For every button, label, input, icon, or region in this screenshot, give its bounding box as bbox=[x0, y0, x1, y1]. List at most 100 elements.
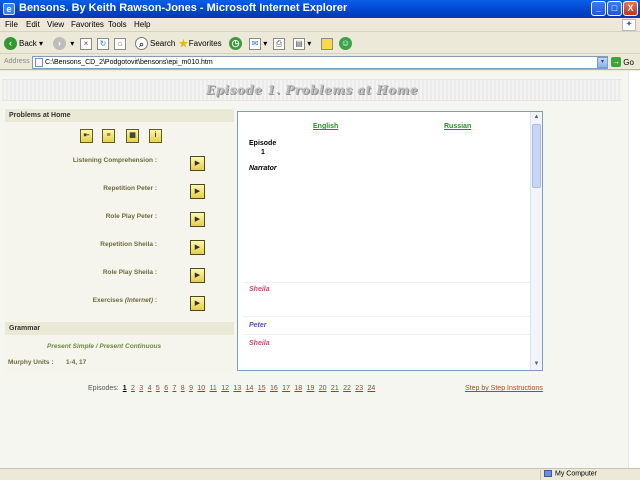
star-icon: ★ bbox=[178, 36, 189, 51]
episode-link-11[interactable]: 11 bbox=[210, 385, 217, 392]
dialogue-text-panel[interactable]: English Russian Episode 1 Narrator Sheil… bbox=[237, 111, 543, 371]
episode-link-20[interactable]: 20 bbox=[319, 385, 327, 392]
episode-link-4[interactable]: 4 bbox=[148, 385, 152, 392]
problems-heading: Problems at Home bbox=[5, 109, 234, 122]
episode-link-19[interactable]: 19 bbox=[307, 385, 315, 392]
nav-first-button[interactable]: ⇤ bbox=[80, 129, 93, 143]
episode-label: Episode 1 bbox=[249, 140, 277, 156]
go-button[interactable]: → Go bbox=[611, 57, 634, 68]
episode-link-24[interactable]: 24 bbox=[367, 385, 375, 392]
menu-help[interactable]: Help bbox=[134, 20, 150, 29]
grammar-heading: Grammar bbox=[5, 322, 234, 335]
episode-link-2[interactable]: 2 bbox=[131, 385, 135, 392]
episode-link-15[interactable]: 15 bbox=[258, 385, 266, 392]
back-button[interactable]: ‹ Back ▾ bbox=[4, 36, 43, 51]
browser-content: Episode 1. Problems at Home Problems at … bbox=[0, 71, 640, 468]
refresh-button[interactable]: ↻ bbox=[97, 36, 109, 51]
episode-link-5[interactable]: 5 bbox=[156, 385, 160, 392]
episode-link-16[interactable]: 16 bbox=[270, 385, 278, 392]
security-zone: My Computer bbox=[544, 470, 597, 477]
role-play-peter-play-button[interactable]: ▶ bbox=[190, 212, 205, 227]
speaker-sheila: Sheila bbox=[249, 286, 270, 293]
episode-link-3[interactable]: 3 bbox=[139, 385, 143, 392]
episode-link-14[interactable]: 14 bbox=[246, 385, 254, 392]
favorites-button[interactable]: ★Favorites bbox=[178, 36, 222, 51]
search-button[interactable]: ⌕ Search bbox=[135, 36, 175, 51]
nav-vocabulary-button[interactable]: ▦ bbox=[126, 129, 139, 143]
episode-link-8[interactable]: 8 bbox=[181, 385, 185, 392]
episode-link-23[interactable]: 23 bbox=[355, 385, 363, 392]
history-button[interactable]: ◷ bbox=[229, 36, 244, 51]
instructions-link[interactable]: Step by Step Instructions bbox=[465, 385, 543, 392]
episode-link-22[interactable]: 22 bbox=[343, 385, 351, 392]
repetition-sheila-play-button[interactable]: ▶ bbox=[190, 240, 205, 255]
minimize-button[interactable]: _ bbox=[591, 1, 606, 16]
episode-link-13[interactable]: 13 bbox=[233, 385, 241, 392]
episode-link-9[interactable]: 9 bbox=[189, 385, 193, 392]
episode-link-17[interactable]: 17 bbox=[282, 385, 290, 392]
russian-link[interactable]: Russian bbox=[444, 123, 471, 130]
maximize-button[interactable]: □ bbox=[607, 1, 622, 16]
episode-link-6[interactable]: 6 bbox=[164, 385, 168, 392]
role-play-sheila-play-button[interactable]: ▶ bbox=[190, 268, 205, 283]
scroll-down-arrow-icon[interactable]: ▼ bbox=[532, 360, 541, 369]
discuss-button[interactable] bbox=[321, 36, 333, 51]
menu-edit[interactable]: Edit bbox=[26, 20, 40, 29]
forward-button[interactable]: › ▾ bbox=[53, 36, 74, 51]
episode-link-10[interactable]: 10 bbox=[197, 385, 205, 392]
divider bbox=[243, 316, 533, 317]
menu-file[interactable]: File bbox=[5, 20, 18, 29]
menu-bar: File Edit View Favorites Tools Help ✦ bbox=[0, 18, 640, 32]
mail-icon: ✉ bbox=[249, 37, 261, 50]
episode-link-21[interactable]: 21 bbox=[331, 385, 339, 392]
edit-button[interactable]: ▤ ▾ bbox=[293, 36, 311, 51]
home-icon: ⌂ bbox=[114, 37, 126, 50]
episode-links: 1 2 3 4 5 6 7 8 9 10 11 12 13 14 15 16 17 18 19 20 21 22 23 24 bbox=[121, 385, 378, 392]
windows-logo-icon: ✦ bbox=[622, 19, 636, 31]
back-arrow-icon: ‹ bbox=[4, 37, 17, 51]
print-button[interactable]: ⎙ bbox=[273, 36, 285, 51]
status-divider bbox=[540, 470, 541, 480]
scroll-up-arrow-icon[interactable]: ▲ bbox=[532, 113, 541, 122]
scroll-thumb[interactable] bbox=[532, 124, 541, 188]
messenger-icon: ☺ bbox=[339, 37, 352, 51]
text-panel-scrollbar[interactable]: ▲ ▼ bbox=[530, 112, 542, 370]
repetition-peter-play-button[interactable]: ▶ bbox=[190, 184, 205, 199]
nav-info-button[interactable]: i bbox=[149, 129, 162, 143]
listening-play-button[interactable]: ▶ bbox=[190, 156, 205, 171]
divider bbox=[243, 334, 533, 335]
stop-button[interactable]: × bbox=[80, 36, 92, 51]
search-icon: ⌕ bbox=[135, 37, 148, 51]
episode-link-18[interactable]: 18 bbox=[294, 385, 302, 392]
address-dropdown-button[interactable]: ▾ bbox=[597, 57, 608, 68]
menu-favorites[interactable]: Favorites bbox=[71, 20, 104, 29]
window-title: Bensons. By Keith Rawson-Jones - Microso… bbox=[19, 2, 348, 14]
nav-notes-button[interactable]: ≡ bbox=[102, 129, 115, 143]
messenger-button[interactable]: ☺ bbox=[339, 36, 354, 51]
go-arrow-icon: → bbox=[611, 57, 621, 67]
repetition-sheila-label: Repetition Sheila : bbox=[100, 241, 157, 248]
exercises-label: Exercises (Internet) : bbox=[92, 297, 157, 304]
murphy-units-label: Murphy Units : bbox=[8, 359, 54, 366]
menu-view[interactable]: View bbox=[47, 20, 64, 29]
role-play-sheila-label: Role Play Sheila : bbox=[102, 269, 157, 276]
forward-arrow-icon: › bbox=[53, 37, 66, 51]
address-input[interactable]: C:\Bensons_CD_2\Podgotovit\bensons\epi_m… bbox=[32, 56, 608, 69]
episode-link-7[interactable]: 7 bbox=[172, 385, 176, 392]
speaker-peter: Peter bbox=[249, 322, 267, 329]
exercises-open-button[interactable]: ▶ bbox=[190, 296, 205, 311]
english-link[interactable]: English bbox=[313, 123, 338, 130]
print-icon: ⎙ bbox=[273, 37, 285, 50]
menu-tools[interactable]: Tools bbox=[108, 20, 127, 29]
close-button[interactable]: X bbox=[623, 1, 638, 16]
episode-link-1[interactable]: 1 bbox=[123, 385, 127, 392]
listening-label: Listening Comprehension : bbox=[72, 157, 157, 164]
episode-link-12[interactable]: 12 bbox=[221, 385, 229, 392]
murphy-units-value: 1-4, 17 bbox=[66, 359, 87, 366]
page-scrollbar[interactable] bbox=[628, 71, 640, 468]
grammar-topic: Present Simple / Present Continuous bbox=[47, 343, 162, 350]
home-button[interactable]: ⌂ bbox=[114, 36, 126, 51]
episode-header-band: Episode 1. Problems at Home bbox=[2, 79, 622, 101]
mail-button[interactable]: ✉ ▾ bbox=[249, 36, 267, 51]
title-bar: e Bensons. By Keith Rawson-Jones - Micro… bbox=[0, 0, 640, 18]
